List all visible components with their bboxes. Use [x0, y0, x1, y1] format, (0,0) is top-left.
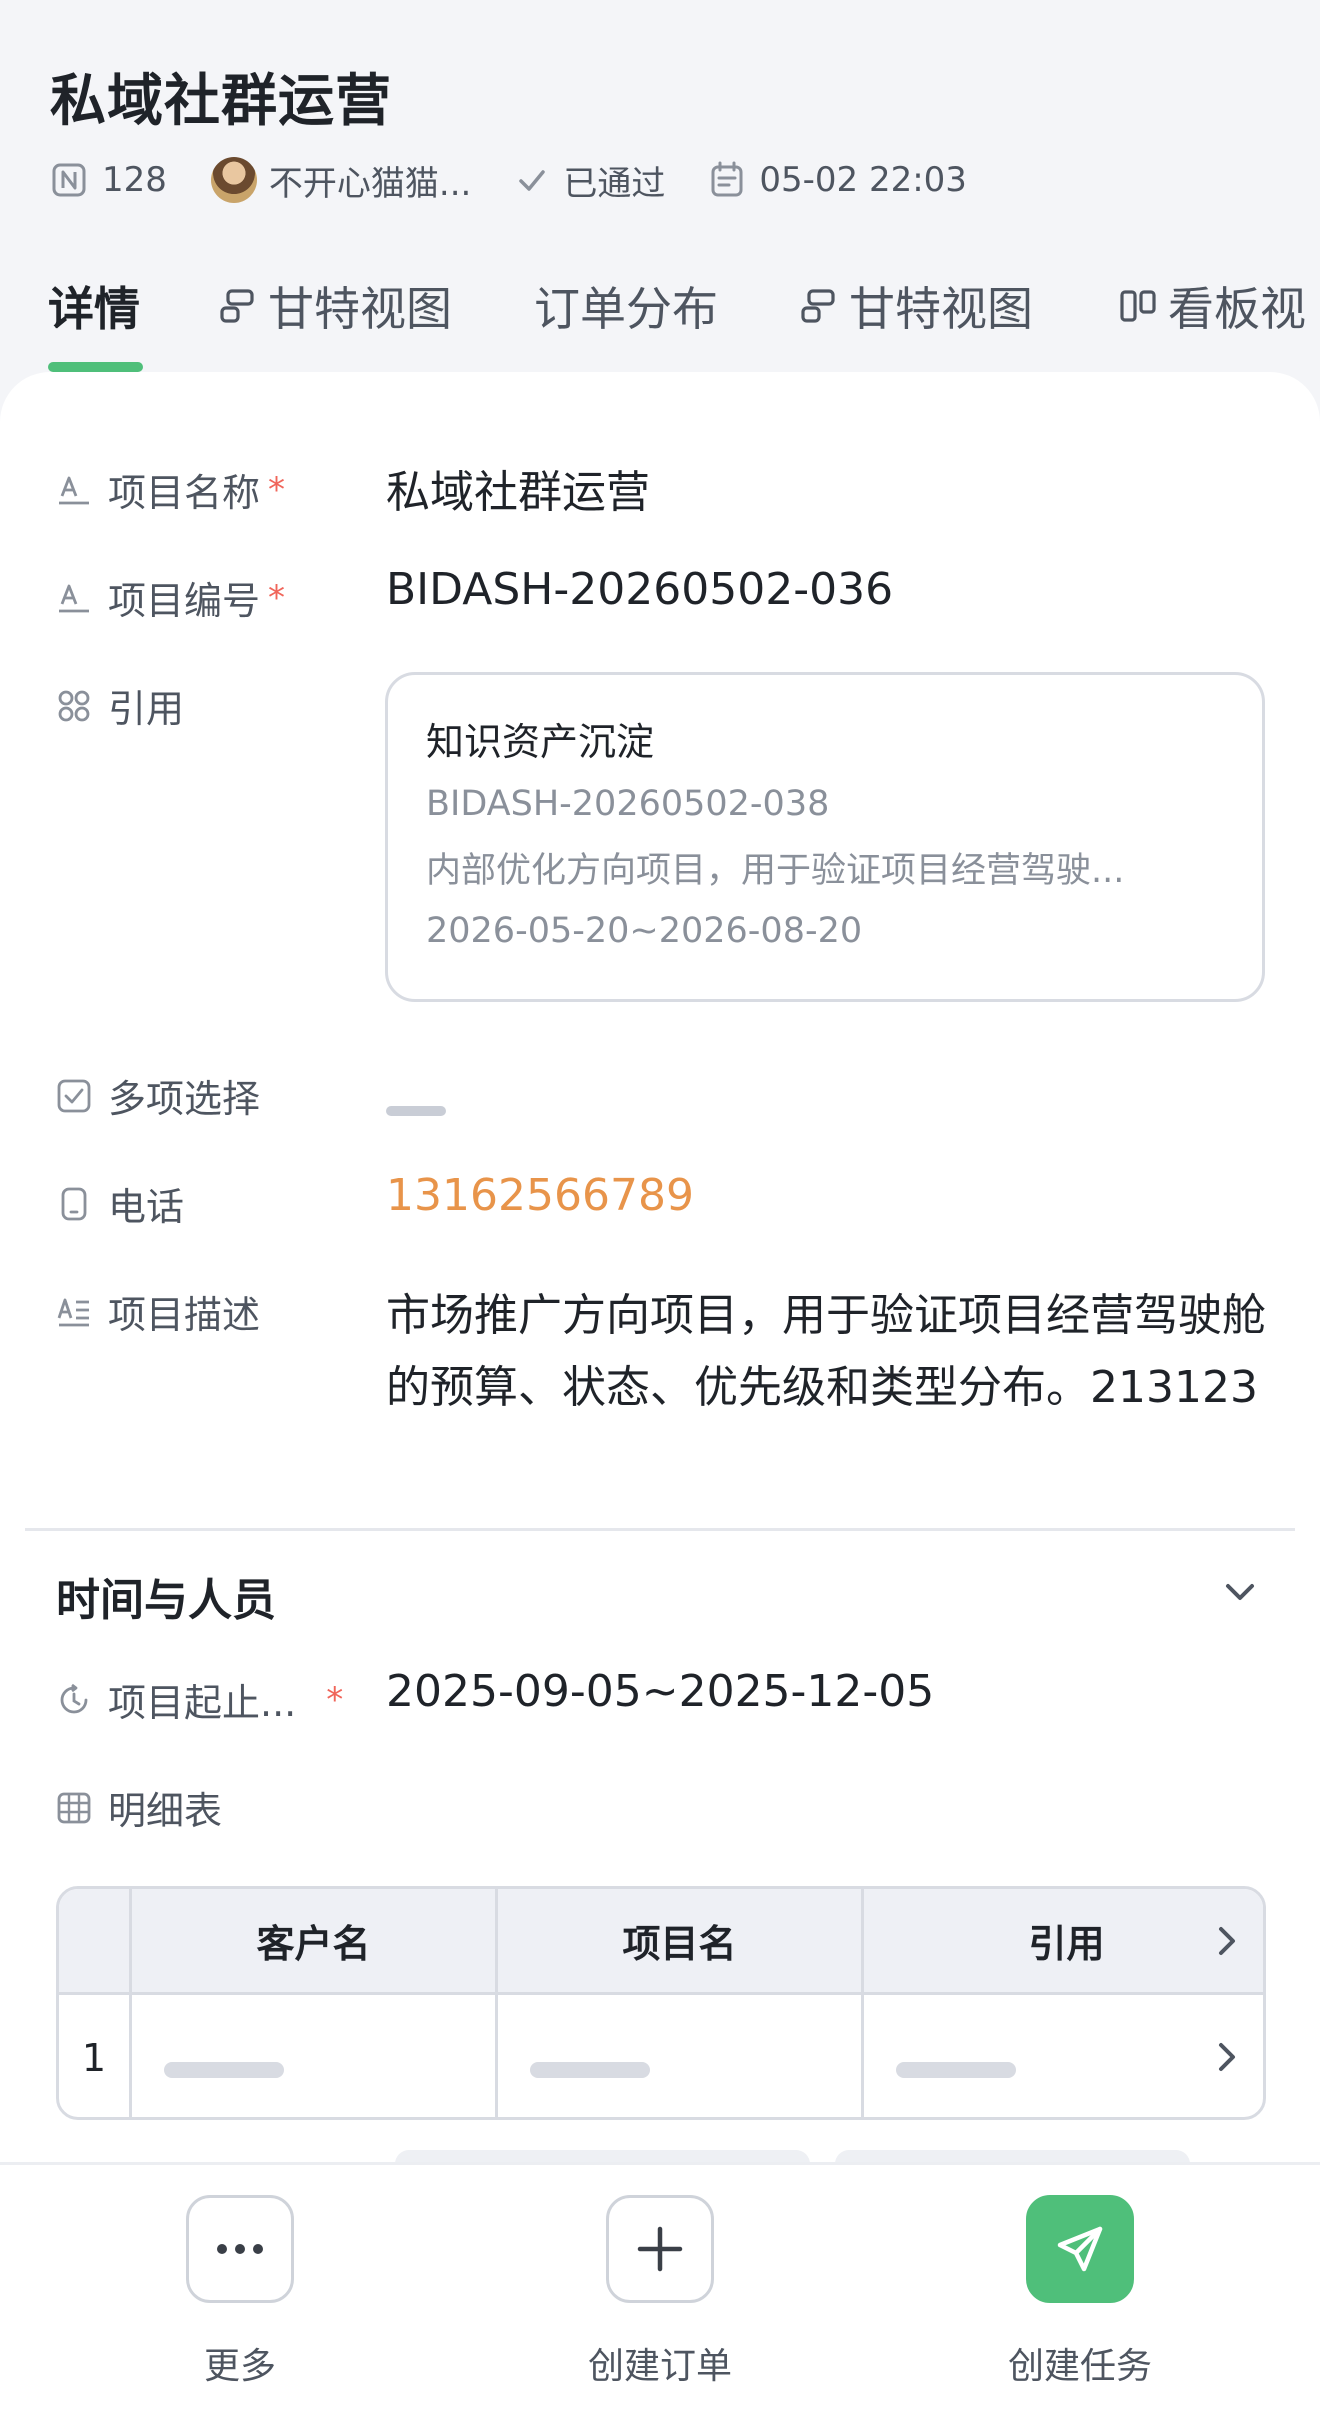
table-header-cell: 项目名	[495, 1889, 861, 1992]
bottom-action-bar: 更多 创建订单 创建任务	[0, 2162, 1320, 2422]
tab-label: 看板视	[1168, 282, 1306, 336]
tab-gantt-1[interactable]: 甘特视图	[218, 262, 452, 350]
avatar	[210, 157, 257, 203]
phone-value[interactable]: 13162566789	[386, 1170, 694, 1221]
meta-status-text: 已通过	[563, 163, 666, 204]
cell-placeholder	[530, 2061, 650, 2078]
chevron-right-icon[interactable]	[1215, 2039, 1239, 2079]
create-task-label: 创建任务	[1007, 2346, 1152, 2387]
label-text: 引用	[108, 687, 185, 731]
gantt-icon	[218, 286, 258, 326]
meta-count: 128	[50, 160, 167, 200]
meta-status: 已通过	[515, 156, 665, 205]
tab-order-distribution[interactable]: 订单分布	[534, 262, 718, 350]
tab-label: 订单分布	[534, 282, 718, 336]
gantt-icon	[799, 286, 839, 326]
label-text: 电话	[108, 1185, 185, 1229]
text-field-icon	[56, 472, 92, 508]
detail-table: 客户名 项目名 引用 1	[56, 1886, 1266, 2120]
calendar-icon	[709, 161, 745, 199]
reference-title: 知识资产沉淀	[426, 720, 655, 764]
tab-label: 甘特视图	[268, 282, 452, 336]
tab-bar: 详情 甘特视图 订单分布 甘特视图 看板视	[0, 262, 1320, 372]
tab-label: 甘特视图	[849, 282, 1033, 336]
meta-user-name: 不开心猫猫...	[268, 163, 472, 204]
required-mark: *	[268, 577, 286, 618]
meta-user[interactable]: 不开心猫猫...	[210, 156, 472, 205]
meta-datetime-value: 05-02 22:03	[759, 160, 967, 200]
meta-datetime: 05-02 22:03	[709, 160, 967, 200]
field-label-period: 项目起止... *	[56, 1672, 343, 1727]
checkbox-icon	[56, 1078, 92, 1114]
label-text: 项目名称	[108, 471, 261, 515]
create-task-button[interactable]	[1026, 2195, 1134, 2303]
tab-details[interactable]: 详情	[48, 262, 140, 350]
more-button[interactable]	[186, 2195, 294, 2303]
tab-label: 详情	[48, 282, 140, 336]
period-value[interactable]: 2025-09-05~2025-12-05	[386, 1666, 934, 1717]
field-label-phone: 电话	[56, 1176, 184, 1231]
long-text-icon	[56, 1294, 92, 1330]
more-label: 更多	[203, 2346, 276, 2387]
table-row-index: 1	[81, 2035, 107, 2080]
cell-placeholder	[896, 2061, 1016, 2078]
field-label-detail-table: 明细表	[56, 1780, 222, 1835]
create-order-button[interactable]	[606, 2195, 714, 2303]
multi-select-value[interactable]	[386, 1076, 446, 1127]
required-mark: *	[268, 469, 286, 510]
date-range-icon	[56, 1682, 92, 1718]
label-text: 明细表	[108, 1789, 223, 1833]
table-header: 客户名 项目名 引用	[59, 1889, 1263, 1995]
tab-gantt-2[interactable]: 甘特视图	[799, 262, 1033, 350]
link-reference-icon	[56, 688, 92, 724]
label-text: 项目起止...	[108, 1681, 297, 1725]
tab-active-indicator	[48, 362, 143, 372]
empty-value-placeholder	[386, 1106, 446, 1116]
label-text: 多项选择	[108, 1077, 261, 1121]
phone-icon	[56, 1186, 92, 1222]
label-text: 项目编号	[108, 579, 261, 623]
chevron-right-icon[interactable]	[1215, 1923, 1239, 1968]
page-header: 私域社群运营 128 不开心猫猫... 已通过 05-02 22:03 详情 甘…	[0, 0, 1320, 380]
create-order-label: 创建订单	[587, 2346, 732, 2387]
required-mark: *	[326, 1679, 344, 1720]
reference-description: 内部优化方向项目，用于验证项目经营驾驶...	[426, 851, 1125, 891]
field-label-reference: 引用	[56, 678, 184, 733]
project-code-value[interactable]: BIDASH-20260502-036	[386, 564, 893, 615]
field-label-multi-select: 多项选择	[56, 1068, 260, 1123]
plus-icon	[637, 2226, 683, 2272]
field-label-project-name: 项目名称 *	[56, 462, 285, 517]
table-header-cell: 客户名	[129, 1889, 495, 1992]
page-title: 私域社群运营	[50, 69, 392, 134]
send-icon	[1057, 2226, 1103, 2272]
section-divider	[25, 1528, 1295, 1531]
kanban-icon	[1118, 286, 1158, 326]
field-label-project-code: 项目编号 *	[56, 570, 285, 625]
cell-placeholder	[164, 2061, 284, 2078]
reference-card[interactable]: 知识资产沉淀 BIDASH-20260502-038 内部优化方向项目，用于验证…	[385, 672, 1265, 1002]
check-icon	[515, 163, 549, 197]
tab-kanban[interactable]: 看板视	[1118, 262, 1306, 350]
table-header-label: 引用	[1028, 1922, 1105, 1966]
chevron-down-icon[interactable]	[1220, 1577, 1260, 1611]
text-field-icon	[56, 580, 92, 616]
project-name-value[interactable]: 私域社群运营	[386, 456, 650, 520]
number-icon	[50, 161, 88, 199]
more-dots-icon	[217, 2244, 263, 2254]
field-label-description: 项目描述	[56, 1284, 260, 1339]
label-text: 项目描述	[108, 1293, 261, 1337]
table-icon	[56, 1790, 92, 1826]
meta-count-value: 128	[102, 160, 167, 200]
reference-code: BIDASH-20260502-038	[426, 784, 830, 824]
meta-row: 128 不开心猫猫... 已通过 05-02 22:03	[50, 150, 1011, 210]
table-cell[interactable]	[495, 1995, 861, 2117]
section-title[interactable]: 时间与人员	[56, 1564, 276, 1628]
reference-date-range: 2026-05-20~2026-08-20	[426, 911, 863, 951]
description-value[interactable]: 市场推广方向项目，用于验证项目经营驾驶舱的预算、状态、优先级和类型分布。2131…	[386, 1280, 1266, 1424]
table-cell[interactable]	[129, 1995, 495, 2117]
table-cell[interactable]	[861, 1995, 1263, 2117]
table-header-cell-ref[interactable]: 引用	[861, 1889, 1263, 1992]
